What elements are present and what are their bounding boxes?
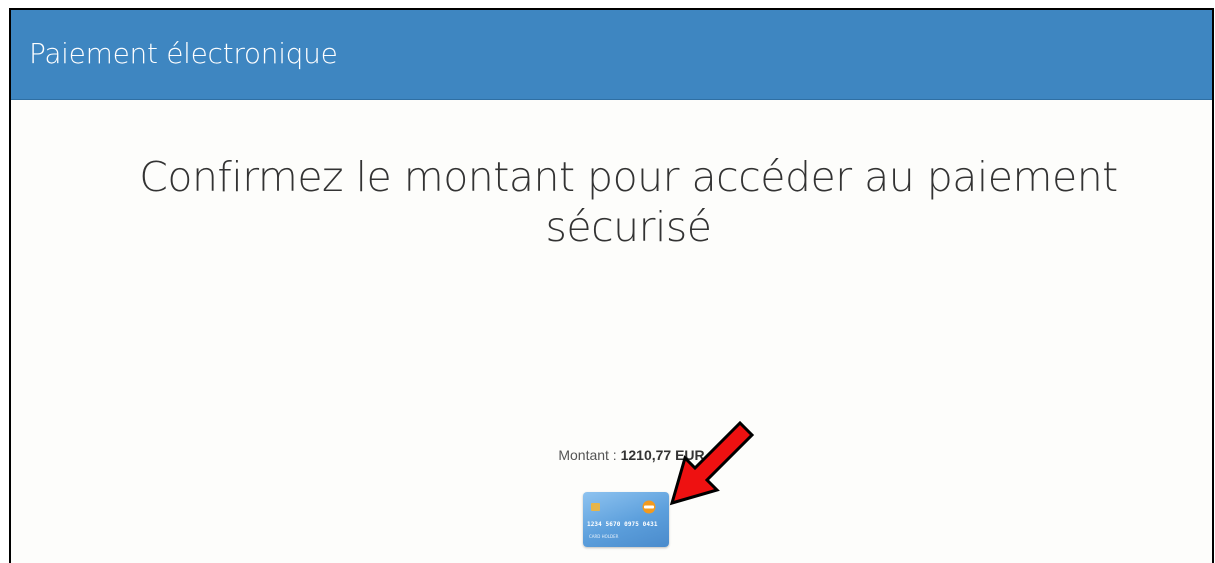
card-chip-icon — [591, 503, 600, 511]
confirmation-heading: Confirmez le montant pour accéder au pai… — [51, 152, 1206, 252]
amount-line: Montant : 1210,77 EUR — [11, 447, 1212, 463]
card-number-text: 1234 5670 0975 0431 — [587, 521, 658, 528]
page-header: Paiement électronique — [11, 10, 1212, 100]
amount-value: 1210,77 EUR — [620, 447, 705, 463]
card-holder-text: CARD HOLDER — [589, 534, 619, 539]
card-brand-icon — [642, 500, 656, 514]
heading-line-1: Confirmez le montant pour accéder au pai… — [139, 153, 1118, 201]
page-title: Paiement électronique — [29, 37, 338, 70]
heading-line-2: sécurisé — [545, 203, 712, 251]
amount-label: Montant : — [558, 447, 617, 463]
page-frame: Paiement électronique Confirmez le monta… — [9, 8, 1214, 563]
credit-card-pay-button[interactable]: 1234 5670 0975 0431 CARD HOLDER — [583, 492, 669, 547]
